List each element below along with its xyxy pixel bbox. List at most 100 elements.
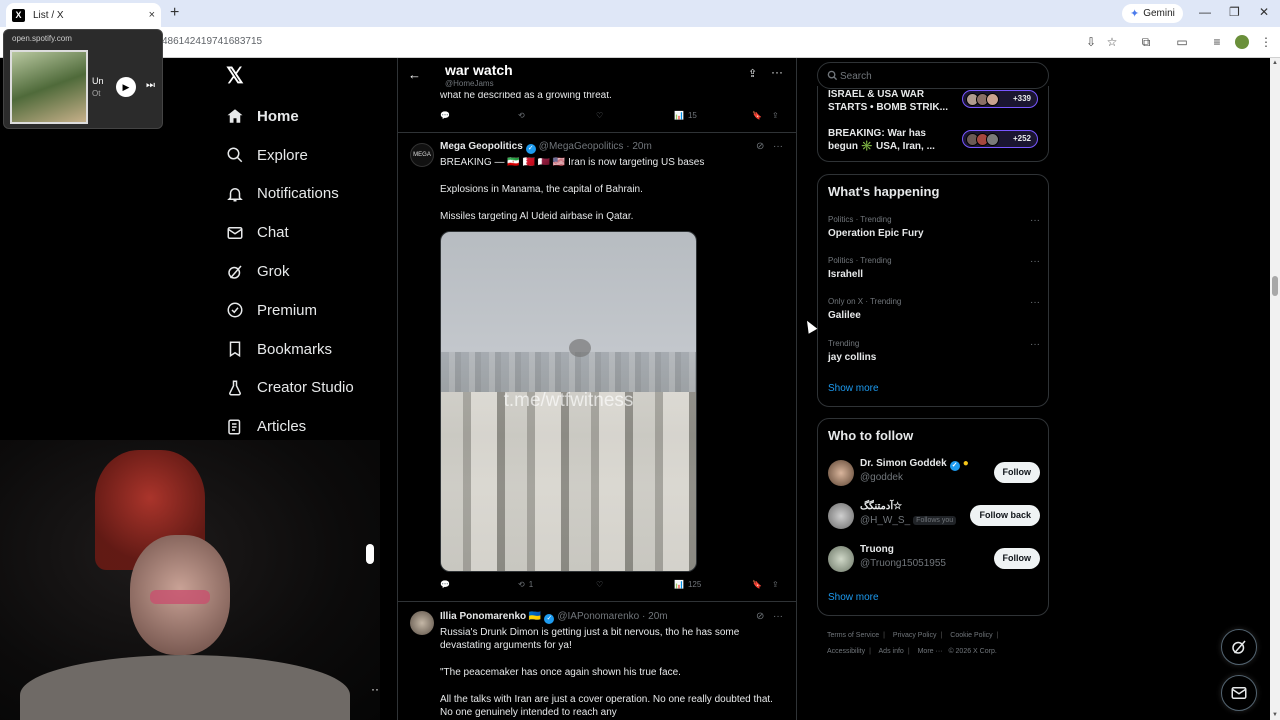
nav-item-explore[interactable]: Explore: [226, 136, 386, 175]
nav-item-home[interactable]: Home: [226, 97, 386, 136]
avatar[interactable]: [828, 503, 854, 529]
follow-suggestion[interactable]: Dr. Simon Goddek ✓ ● @goddek Follow: [828, 458, 1040, 490]
footer-link[interactable]: Terms of Service: [827, 632, 879, 639]
show-more-trends-link[interactable]: Show more: [828, 383, 879, 394]
back-arrow-icon[interactable]: ←: [408, 67, 421, 82]
list-owner-handle[interactable]: @HomeJams: [445, 79, 494, 88]
nav-item-creator-studio[interactable]: Creator Studio: [226, 369, 386, 408]
browser-tab[interactable]: X List / X ×: [6, 3, 161, 27]
author-name[interactable]: Illia Ponomarenko 🇺🇦: [440, 611, 541, 622]
author-handle[interactable]: @IAPonomarenko: [557, 611, 639, 622]
sidepanel-icon[interactable]: ▭: [1175, 35, 1189, 49]
media-control-icon[interactable]: ≡: [1210, 35, 1224, 49]
star-icon[interactable]: ☆: [1105, 35, 1119, 49]
trend-more-icon[interactable]: ···: [1030, 339, 1040, 350]
nav-label: Creator Studio: [257, 379, 354, 397]
follow-button[interactable]: Follow: [993, 462, 1040, 483]
tweet-time[interactable]: · 20m: [642, 611, 668, 622]
search-input[interactable]: Search: [817, 62, 1049, 89]
nav-item-notifications[interactable]: Notifications: [226, 175, 386, 214]
grok-explain-icon[interactable]: ⊘: [756, 611, 764, 622]
follow-name[interactable]: Dr. Simon Goddek: [860, 458, 947, 469]
views-button[interactable]: 📊 15: [674, 111, 697, 120]
live-avatars-1[interactable]: +339: [962, 90, 1038, 108]
share-icon[interactable]: ⇪: [748, 67, 757, 80]
trend-more-icon[interactable]: ···: [1030, 297, 1040, 308]
webcam-overlay: ···: [0, 440, 380, 720]
trend-item[interactable]: Politics · Trending Operation Epic Fury …: [828, 215, 1040, 239]
restore-icon[interactable]: ❐: [1229, 5, 1240, 19]
follow-suggestion[interactable]: آدمتنگگ☆ @H_W_S_ Follows you Follow back: [828, 501, 1040, 533]
grok-fab-button[interactable]: [1221, 629, 1257, 665]
live-event-2[interactable]: BREAKING: War has begun ✳️ USA, Iran, ..…: [828, 127, 948, 153]
play-icon[interactable]: ▶: [116, 77, 136, 97]
spotify-media-popup[interactable]: open.spotify.com Un Ot ▶ ⏭: [3, 29, 163, 129]
nav-item-premium[interactable]: Premium: [226, 291, 386, 330]
footer-link[interactable]: Privacy Policy: [893, 632, 937, 639]
trend-item[interactable]: Only on X · Trending Galilee ···: [828, 297, 1040, 321]
reply-icon[interactable]: 💬: [440, 111, 450, 120]
install-app-icon[interactable]: ⇩: [1084, 35, 1098, 49]
url-text[interactable]: 486142419741683715: [162, 36, 262, 47]
views-button[interactable]: 📊 125: [674, 580, 701, 589]
retweet-button[interactable]: ⟲ 1: [518, 580, 533, 589]
like-icon[interactable]: ♡: [596, 580, 603, 589]
tweet-more-icon[interactable]: ···: [773, 611, 783, 622]
follow-back-button[interactable]: Follow back: [970, 505, 1040, 526]
trend-item[interactable]: Trending jay collins ···: [828, 339, 1040, 363]
x-logo-icon[interactable]: 𝕏: [226, 65, 246, 87]
next-track-icon[interactable]: ⏭: [146, 80, 155, 91]
follow-name[interactable]: آدمتنگگ☆: [860, 501, 902, 512]
more-icon[interactable]: ···: [771, 65, 783, 79]
trend-more-icon[interactable]: ···: [1030, 256, 1040, 267]
address-bar[interactable]: 486142419741683715 ⇩ ☆ ⧉ ▭ ≡ ⋮: [0, 27, 1280, 58]
new-tab-button[interactable]: +: [170, 4, 179, 22]
reply-icon[interactable]: 💬: [440, 580, 450, 589]
footer-link[interactable]: More ···: [918, 648, 943, 655]
live-event-1[interactable]: ISRAEL & USA WAR STARTS • BOMB STRIK...: [828, 88, 948, 114]
follow-suggestion[interactable]: Truong @Truong15051955 Follow: [828, 544, 1040, 576]
profile-avatar[interactable]: [1235, 35, 1249, 49]
share-action-icon[interactable]: ⇪: [772, 580, 779, 589]
avatar[interactable]: MEGA: [410, 143, 434, 167]
bookmark-action-icon[interactable]: 🔖: [752, 580, 762, 589]
author-handle[interactable]: @MegaGeopolitics: [539, 141, 624, 152]
avatar[interactable]: [828, 460, 854, 486]
trend-more-icon[interactable]: ···: [1030, 215, 1040, 226]
scrollbar-thumb[interactable]: [1272, 276, 1278, 296]
footer-link[interactable]: Ads info: [879, 648, 904, 655]
show-more-follow-link[interactable]: Show more: [828, 592, 879, 603]
close-tab-icon[interactable]: ×: [149, 9, 155, 21]
browser-menu-icon[interactable]: ⋮: [1259, 35, 1273, 49]
footer-link[interactable]: Accessibility: [827, 648, 865, 655]
tweet-time[interactable]: · 20m: [626, 141, 652, 152]
nav-item-chat[interactable]: Chat: [226, 213, 386, 252]
trend-item[interactable]: Politics · Trending Israhell ···: [828, 256, 1040, 280]
share-action-icon[interactable]: ⇪: [772, 111, 779, 120]
minimize-icon[interactable]: —: [1199, 5, 1211, 19]
live-events-panel: ISRAEL & USA WAR STARTS • BOMB STRIK... …: [817, 86, 1049, 162]
like-icon[interactable]: ♡: [596, 111, 603, 120]
avatar[interactable]: [410, 611, 434, 635]
window-close-icon[interactable]: ✕: [1259, 5, 1269, 19]
nav-item-bookmarks[interactable]: Bookmarks: [226, 330, 386, 369]
follow-button[interactable]: Follow: [993, 548, 1040, 569]
overlay-more-icon[interactable]: ···: [371, 682, 380, 696]
follow-name[interactable]: Truong: [860, 544, 894, 555]
page-scrollbar[interactable]: ▲ ▼: [1270, 58, 1280, 720]
extensions-icon[interactable]: ⧉: [1139, 35, 1153, 49]
nav-item-grok[interactable]: Grok: [226, 252, 386, 291]
avatar[interactable]: [828, 546, 854, 572]
gemini-button[interactable]: ✦ Gemini: [1122, 4, 1183, 23]
tweet-image[interactable]: t.me/wtfwitness: [440, 231, 697, 572]
live-avatars-2[interactable]: +252: [962, 130, 1038, 148]
bookmark-action-icon[interactable]: 🔖: [752, 111, 762, 120]
footer-link[interactable]: Cookie Policy: [950, 632, 992, 639]
grok-explain-icon[interactable]: ⊘: [756, 141, 764, 152]
scroll-down-icon[interactable]: ▼: [1272, 712, 1278, 718]
tweet-more-icon[interactable]: ···: [773, 141, 783, 152]
retweet-icon[interactable]: ⟲: [518, 111, 525, 120]
author-name[interactable]: Mega Geopolitics: [440, 141, 523, 152]
messages-fab-button[interactable]: [1221, 675, 1257, 711]
scroll-up-icon[interactable]: ▲: [1272, 60, 1278, 66]
